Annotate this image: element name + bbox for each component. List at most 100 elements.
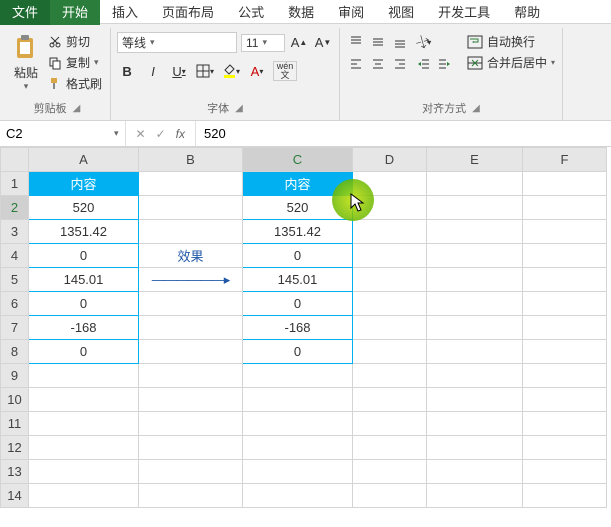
cell[interactable]: 1351.42 [29,220,139,244]
cell[interactable] [427,268,523,292]
cell[interactable] [353,388,427,412]
painter-button[interactable]: 格式刷 [46,74,104,93]
cell[interactable] [243,364,353,388]
cell[interactable] [29,436,139,460]
cell[interactable] [29,364,139,388]
cell[interactable] [139,460,243,484]
row-header[interactable]: 1 [1,172,29,196]
cell[interactable] [353,364,427,388]
cell[interactable] [523,292,607,316]
align-center-button[interactable] [368,54,388,74]
worksheet[interactable]: A B C D E F 1内容内容 2520520 31351.421351.4… [0,147,611,508]
row-header[interactable]: 12 [1,436,29,460]
cell[interactable] [427,172,523,196]
cell[interactable] [353,460,427,484]
row-header[interactable]: 13 [1,460,29,484]
name-box-arrow[interactable]: ▾ [108,128,125,139]
wrap-text-button[interactable]: 自动换行 [466,32,556,51]
cell[interactable]: 内容 [243,172,353,196]
cell[interactable] [139,196,243,220]
cell[interactable] [523,412,607,436]
col-header-A[interactable]: A [29,148,139,172]
italic-button[interactable]: I [143,61,163,81]
row-header[interactable]: 14 [1,484,29,508]
align-middle-button[interactable] [368,32,388,52]
cell[interactable] [523,388,607,412]
cell[interactable] [523,244,607,268]
font-size-select[interactable]: 11▾ [241,34,285,52]
cell[interactable] [523,364,607,388]
underline-button[interactable]: U▾ [169,61,189,81]
copy-button[interactable]: 复制▾ [46,53,104,72]
cell[interactable]: 145.01 [29,268,139,292]
col-header-D[interactable]: D [353,148,427,172]
cell[interactable] [243,436,353,460]
tab-file[interactable]: 文件 [0,0,50,25]
row-header[interactable]: 7 [1,316,29,340]
tab-data[interactable]: 数据 [276,0,326,25]
decrease-font-button[interactable]: A▼ [313,33,333,53]
cell[interactable] [139,388,243,412]
tell-me-icon[interactable] [556,1,578,23]
fill-color-button[interactable]: ▾ [221,61,241,81]
cell[interactable] [427,364,523,388]
font-color-button[interactable]: A▾ [247,61,267,81]
col-header-E[interactable]: E [427,148,523,172]
cell[interactable] [523,340,607,364]
col-header-C[interactable]: C [243,148,353,172]
cell[interactable]: 0 [243,340,353,364]
cell[interactable] [427,244,523,268]
cut-button[interactable]: 剪切 [46,32,104,51]
cell-arrow[interactable]: ――――――▸ [139,268,243,292]
tab-help[interactable]: 帮助 [502,0,552,25]
cell[interactable] [139,292,243,316]
cell[interactable] [523,172,607,196]
cell[interactable]: 0 [29,244,139,268]
cell[interactable] [353,244,427,268]
cell[interactable]: 145.01 [243,268,353,292]
cell[interactable] [523,220,607,244]
indent-inc-button[interactable] [434,54,454,74]
phonetic-button[interactable]: wén文 [273,61,297,81]
align-left-button[interactable] [346,54,366,74]
increase-font-button[interactable]: A▲ [289,33,309,53]
border-button[interactable]: ▾ [195,61,215,81]
cell[interactable] [29,460,139,484]
cell[interactable] [139,412,243,436]
col-header-B[interactable]: B [139,148,243,172]
cell[interactable] [523,268,607,292]
cell[interactable] [29,484,139,508]
cell[interactable] [523,484,607,508]
cell[interactable] [29,388,139,412]
row-header[interactable]: 9 [1,364,29,388]
cell[interactable]: 520 [29,196,139,220]
cell[interactable] [353,340,427,364]
cell[interactable] [353,196,427,220]
cell[interactable] [523,460,607,484]
row-header[interactable]: 11 [1,412,29,436]
row-header[interactable]: 5 [1,268,29,292]
cell[interactable] [243,388,353,412]
cell[interactable] [353,316,427,340]
cell[interactable] [353,484,427,508]
tab-formula[interactable]: 公式 [226,0,276,25]
cell[interactable] [139,364,243,388]
cell[interactable] [139,436,243,460]
font-name-select[interactable]: 等线▾ [117,32,237,53]
cell[interactable] [523,436,607,460]
clipboard-launcher[interactable]: ◢ [73,103,81,114]
align-bottom-button[interactable] [390,32,410,52]
merge-button[interactable]: 合并后居中▾ [466,53,556,72]
cell[interactable] [427,340,523,364]
cell[interactable] [353,292,427,316]
bold-button[interactable]: B [117,61,137,81]
row-header[interactable]: 3 [1,220,29,244]
tab-home[interactable]: 开始 [50,0,100,25]
cell[interactable]: 0 [29,292,139,316]
cell[interactable] [523,196,607,220]
cell[interactable]: 0 [243,292,353,316]
align-right-button[interactable] [390,54,410,74]
cancel-formula-button[interactable]: ✕ [136,127,146,141]
cell[interactable]: -168 [243,316,353,340]
cell[interactable] [427,412,523,436]
